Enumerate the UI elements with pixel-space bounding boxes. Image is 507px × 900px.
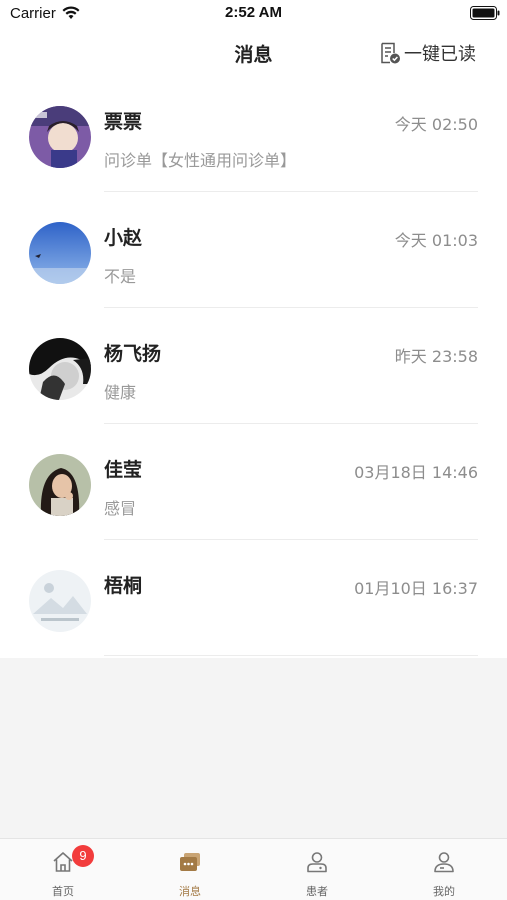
contact-name: 小赵: [104, 227, 143, 249]
avatar-image: [29, 454, 91, 516]
contact-name: 佳莹: [104, 459, 143, 481]
tab-bar: 9 首页 消息 患者 我的: [0, 838, 507, 900]
message-time: 昨天 23:58: [394, 347, 478, 366]
tab-label: 患者: [306, 885, 328, 898]
message-time: 03月18日 14:46: [354, 463, 478, 482]
message-list: 票票 今天 02:50 问诊单【女性通用问诊单】 小赵 今天 01:03 不是: [0, 76, 507, 658]
notification-badge: 9: [72, 845, 94, 867]
message-item[interactable]: 小赵 今天 01:03 不是: [0, 192, 507, 308]
message-time: 01月10日 16:37: [354, 579, 478, 598]
profile-icon: [434, 852, 454, 873]
nav-bar: 消息 一键已读: [0, 28, 507, 76]
message-preview: 感冒: [104, 499, 137, 518]
contact-name: 梧桐: [104, 575, 143, 597]
avatar: [29, 454, 91, 516]
message-time: 今天 01:03: [394, 231, 478, 250]
message-item[interactable]: 杨飞扬 昨天 23:58 健康: [0, 308, 507, 424]
message-item[interactable]: 佳莹 03月18日 14:46 感冒: [0, 424, 507, 540]
message-item[interactable]: 票票 今天 02:50 问诊单【女性通用问诊单】: [0, 76, 507, 192]
avatar: [29, 222, 91, 284]
document-check-icon: [381, 42, 400, 64]
tab-patients[interactable]: 患者: [254, 839, 380, 900]
tab-label: 消息: [179, 885, 201, 898]
avatar-image: [29, 570, 91, 632]
contact-name: 杨飞扬: [104, 343, 162, 365]
avatar-image: [29, 106, 91, 168]
message-preview: 不是: [104, 267, 137, 286]
message-icon: [180, 853, 200, 871]
avatar: [29, 570, 91, 632]
message-preview: 健康: [104, 383, 137, 402]
contact-name: 票票: [104, 111, 143, 133]
avatar: [29, 338, 91, 400]
message-time: 今天 02:50: [394, 115, 478, 134]
status-bar: Carrier 2:52 AM: [0, 0, 507, 28]
divider: [104, 655, 478, 656]
battery-icon: [470, 6, 500, 20]
mark-all-read-label: 一键已读: [404, 44, 476, 65]
avatar-image: [29, 222, 91, 284]
status-time: 2:52 AM: [225, 4, 282, 21]
tab-home[interactable]: 9 首页: [0, 839, 126, 900]
avatar-image: [29, 338, 91, 400]
tab-label: 我的: [433, 885, 455, 898]
tab-profile[interactable]: 我的: [381, 839, 507, 900]
message-item[interactable]: 梧桐 01月10日 16:37: [0, 540, 507, 656]
tab-label: 首页: [52, 885, 74, 898]
message-preview: 问诊单【女性通用问诊单】: [104, 151, 297, 170]
avatar: [29, 106, 91, 168]
tab-messages[interactable]: 消息: [127, 839, 253, 900]
mark-all-read-button[interactable]: 一键已读: [378, 40, 476, 66]
patient-icon: [307, 852, 327, 873]
